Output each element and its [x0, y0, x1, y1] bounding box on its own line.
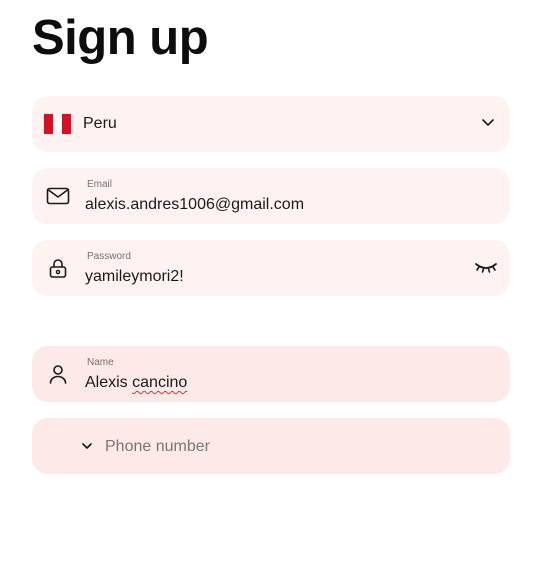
- page-title: Sign up: [32, 11, 209, 65]
- password-input[interactable]: yamileymori2!: [85, 267, 184, 287]
- name-input[interactable]: Alexis cancino: [85, 373, 187, 393]
- name-first: Alexis: [85, 374, 128, 391]
- email-input[interactable]: alexis.andres1006@gmail.com: [85, 195, 304, 215]
- password-label: Password: [87, 251, 131, 262]
- envelope-icon: [46, 187, 70, 205]
- email-field[interactable]: Email alexis.andres1006@gmail.com: [32, 168, 510, 224]
- country-select[interactable]: Peru: [32, 96, 510, 152]
- country-value: Peru: [83, 115, 117, 132]
- name-field[interactable]: Name Alexis cancino: [32, 346, 510, 402]
- chevron-down-icon[interactable]: [80, 439, 94, 453]
- lock-icon: [49, 259, 67, 278]
- peru-flag-icon: [44, 114, 71, 134]
- name-label: Name: [87, 357, 114, 368]
- user-icon: [49, 365, 67, 384]
- phone-input[interactable]: Phone number: [105, 437, 210, 457]
- email-label: Email: [87, 179, 113, 190]
- chevron-down-icon[interactable]: [480, 114, 496, 130]
- eye-closed-icon[interactable]: [474, 260, 498, 276]
- password-field[interactable]: Password yamileymori2!: [32, 240, 510, 296]
- name-last-misspelled: cancino: [132, 374, 188, 391]
- phone-field[interactable]: Phone number: [32, 418, 510, 474]
